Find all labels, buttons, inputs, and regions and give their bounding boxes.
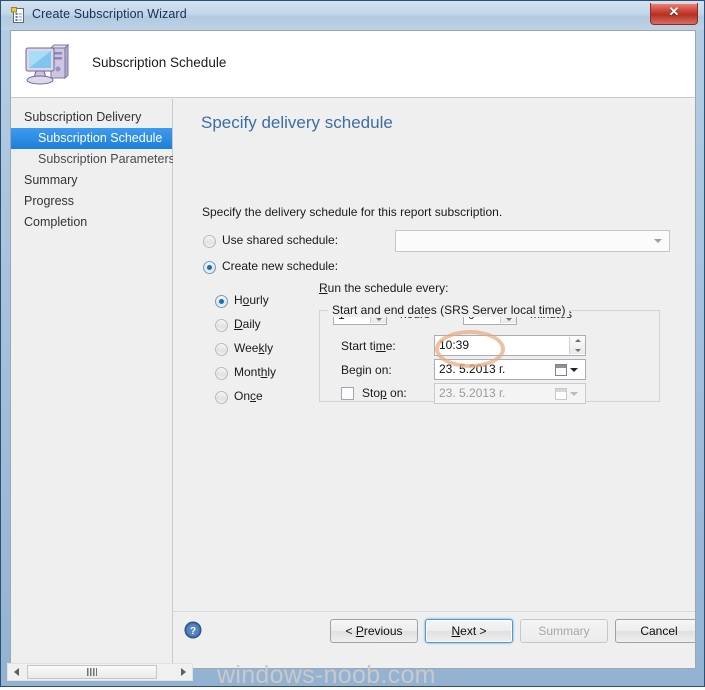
svg-text:?: ?: [190, 626, 196, 637]
page-title: Specify delivery schedule: [201, 113, 393, 132]
radio-use-shared-schedule[interactable]: [203, 235, 216, 248]
wizard-window: Create Subscription Wizard ✕ Subscriptio…: [0, 0, 705, 689]
horizontal-scrollbar[interactable]: [7, 663, 193, 681]
stop-on-calendar-picker: [552, 385, 584, 402]
dialog-client-area: Subscription Schedule Subscription Deliv…: [10, 30, 696, 669]
sidebar-item-completion[interactable]: Completion: [11, 212, 172, 233]
sidebar-item-label: Progress: [24, 194, 75, 208]
label-begin-on: Begin on:: [341, 363, 392, 377]
sidebar-item-label: Completion: [24, 215, 88, 229]
calendar-icon: [555, 363, 567, 376]
spinner-up-icon[interactable]: [570, 337, 585, 346]
label-stop-on: Stop on:: [362, 386, 407, 400]
label-start-time: Start time:: [341, 339, 396, 353]
stop-on-field[interactable]: 23. 5.2013 г.: [434, 383, 586, 404]
banner-title: Subscription Schedule: [92, 55, 227, 70]
sidebar-item-subscription-delivery[interactable]: Subscription Delivery: [11, 107, 172, 128]
stop-on-checkbox[interactable]: [341, 387, 354, 400]
chevron-down-icon: [654, 239, 662, 243]
dates-groupbox-title: Start and end dates (SRS Server local ti…: [328, 303, 570, 317]
wizard-step-sidebar: Subscription Delivery Subscription Sched…: [11, 99, 175, 668]
label-use-shared-schedule: Use shared schedule:: [222, 233, 339, 247]
page-description: Specify the delivery schedule for this r…: [202, 205, 503, 219]
recurrence-title: Run the schedule every:: [319, 281, 449, 295]
next-button[interactable]: Next >: [425, 619, 513, 643]
dialog-footer: ? < Previous Next > Summary Cancel: [173, 611, 695, 668]
sidebar-item-label: Subscription Schedule: [38, 131, 163, 145]
label-daily: Daily: [234, 317, 261, 331]
spinner-down-icon[interactable]: [570, 346, 585, 355]
start-time-field[interactable]: 10:39: [434, 335, 586, 356]
chevron-down-icon: [570, 391, 578, 396]
page-content: Specify delivery schedule Specify the de…: [173, 99, 695, 612]
sidebar-item-summary[interactable]: Summary: [11, 170, 172, 191]
previous-button[interactable]: < Previous: [330, 619, 418, 643]
label-create-new-schedule: Create new schedule:: [222, 259, 339, 273]
sidebar-item-subscription-parameters[interactable]: Subscription Parameters: [11, 149, 175, 170]
label-hourly: Hourly: [234, 293, 269, 307]
close-icon: ✕: [668, 4, 680, 19]
start-time-spinner[interactable]: [569, 337, 585, 354]
begin-on-calendar-picker[interactable]: [552, 361, 584, 378]
radio-daily[interactable]: [215, 319, 228, 332]
radio-create-new-schedule[interactable]: [203, 261, 216, 274]
summary-button: Summary: [520, 619, 608, 643]
chevron-down-icon: [570, 367, 578, 372]
label-once: Once: [234, 389, 263, 403]
label-weekly: Weekly: [234, 341, 274, 355]
wizard-banner: Subscription Schedule: [11, 31, 695, 98]
title-bar[interactable]: Create Subscription Wizard ✕: [1, 1, 704, 30]
sidebar-item-label: Subscription Delivery: [24, 110, 142, 124]
begin-on-field[interactable]: 23. 5.2013 г.: [434, 359, 586, 380]
window-title: Create Subscription Wizard: [32, 7, 187, 21]
scroll-left-arrow-icon[interactable]: [8, 664, 25, 680]
close-button[interactable]: ✕: [650, 3, 698, 25]
sidebar-item-subscription-schedule[interactable]: Subscription Schedule: [11, 128, 172, 149]
label-monthly: Monthly: [234, 365, 277, 379]
radio-hourly[interactable]: [215, 295, 228, 308]
cancel-button[interactable]: Cancel: [615, 619, 695, 643]
computer-monitor-icon: [21, 36, 77, 92]
sidebar-item-progress[interactable]: Progress: [11, 191, 172, 212]
scroll-right-arrow-icon[interactable]: [175, 664, 192, 680]
radio-monthly[interactable]: [215, 367, 228, 380]
wizard-checklist-icon: [10, 7, 27, 24]
sidebar-item-label: Subscription Parameters: [38, 152, 175, 166]
sidebar-item-label: Summary: [24, 173, 78, 187]
calendar-icon: [555, 387, 567, 400]
help-question-icon[interactable]: ?: [184, 621, 202, 639]
radio-weekly[interactable]: [215, 343, 228, 356]
radio-once[interactable]: [215, 391, 228, 404]
shared-schedule-dropdown[interactable]: [395, 230, 670, 252]
scrollbar-thumb[interactable]: [27, 665, 157, 679]
